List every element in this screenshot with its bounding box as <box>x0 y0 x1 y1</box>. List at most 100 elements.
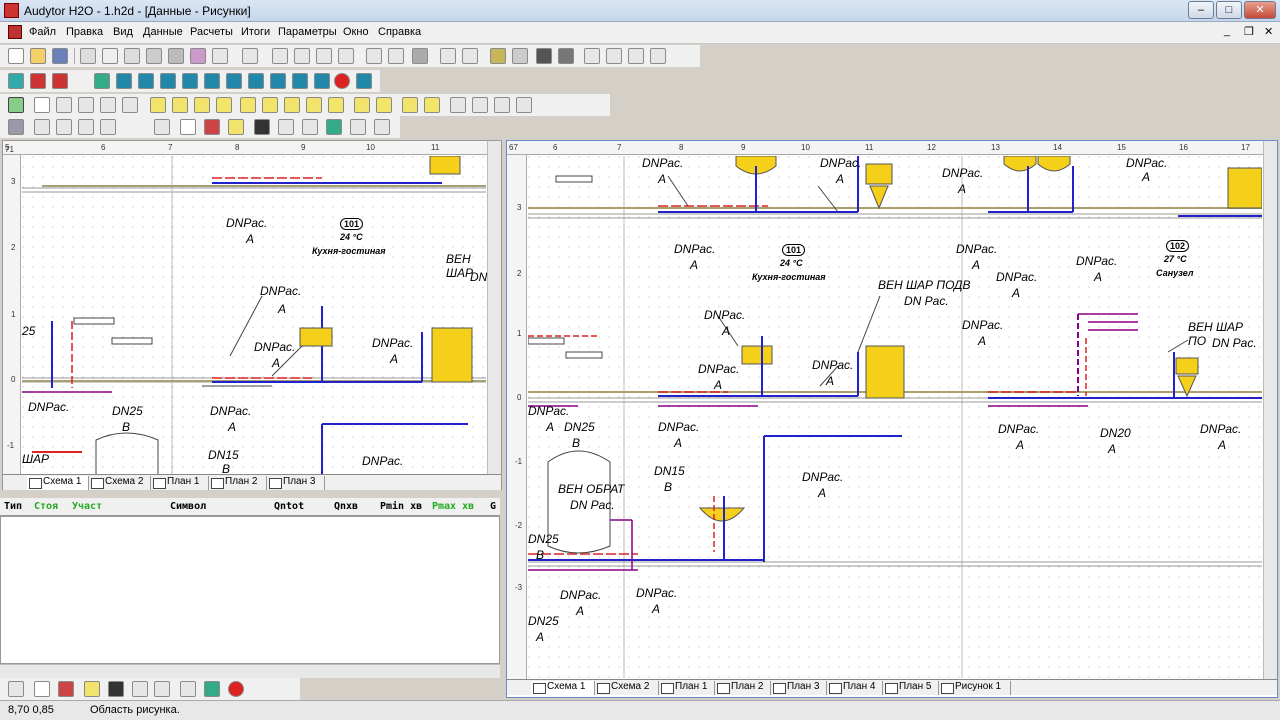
fixture-10-icon[interactable] <box>354 97 370 113</box>
pencil-icon[interactable] <box>56 97 72 113</box>
export-icon[interactable] <box>146 48 162 64</box>
zoom-in-icon[interactable] <box>100 97 116 113</box>
zoom-out-icon[interactable] <box>122 97 138 113</box>
pipe-icon[interactable] <box>536 48 552 64</box>
stop-icon[interactable] <box>334 73 350 89</box>
tab-plan-3[interactable]: План 3 <box>267 476 325 490</box>
zoom-fit-icon[interactable] <box>78 119 94 135</box>
col-qnxv[interactable]: Qnхв <box>334 501 358 512</box>
text-icon[interactable] <box>350 119 366 135</box>
col-pmax[interactable]: Pmax хв <box>432 501 474 512</box>
snow-icon[interactable] <box>8 681 24 697</box>
tap-icon[interactable] <box>278 119 294 135</box>
mdi-restore-icon[interactable]: ❐ <box>1244 25 1254 38</box>
fill-icon[interactable] <box>204 681 220 697</box>
filter-icon[interactable] <box>292 73 308 89</box>
frame-icon[interactable] <box>374 119 390 135</box>
tab-plan-1[interactable]: План 1 <box>151 476 209 490</box>
col-riser[interactable]: Стоя <box>34 501 58 512</box>
replace-icon[interactable] <box>388 48 404 64</box>
menu-results[interactable]: Итоги <box>241 26 270 38</box>
fixture-6-icon[interactable] <box>262 97 278 113</box>
elbow-icon[interactable] <box>472 97 488 113</box>
table-icon[interactable] <box>204 119 220 135</box>
menu-data[interactable]: Данные <box>143 26 183 38</box>
right-vertical-scrollbar[interactable] <box>1263 141 1277 679</box>
tank-icon[interactable] <box>182 73 198 89</box>
report-icon[interactable] <box>124 48 140 64</box>
left-vertical-scrollbar[interactable] <box>487 141 501 475</box>
grid-icon[interactable] <box>512 48 528 64</box>
person-icon[interactable] <box>356 73 372 89</box>
doc-page-icon[interactable] <box>34 681 50 697</box>
draw-mode-icon[interactable] <box>8 97 24 113</box>
properties-icon[interactable] <box>8 119 24 135</box>
mdi-close-icon[interactable]: ✕ <box>1264 25 1273 38</box>
tab-plan-3[interactable]: План 3 <box>771 681 827 695</box>
fixture-4-icon[interactable] <box>216 97 232 113</box>
flip-icon[interactable] <box>628 48 644 64</box>
fixture-12-icon[interactable] <box>402 97 418 113</box>
tab-schema-2[interactable]: Схема 2 <box>89 476 151 490</box>
col-pmin[interactable]: Pmin хв <box>380 501 422 512</box>
col-section[interactable]: Участ <box>72 501 102 512</box>
fixture-8-icon[interactable] <box>306 97 322 113</box>
settings-icon[interactable] <box>190 48 206 64</box>
flow-icon[interactable] <box>248 73 264 89</box>
redo-icon[interactable] <box>242 48 258 64</box>
data-icon[interactable] <box>8 73 24 89</box>
fixture-9-icon[interactable] <box>328 97 344 113</box>
menu-view[interactable]: Вид <box>113 26 133 38</box>
tab-plan-2[interactable]: План 2 <box>209 476 267 490</box>
tee-icon[interactable] <box>450 97 466 113</box>
print-icon[interactable] <box>80 48 96 64</box>
copy-icon[interactable] <box>294 48 310 64</box>
sink-icon[interactable] <box>204 73 220 89</box>
tab-schema-1[interactable]: Схема 1 <box>27 476 89 490</box>
room-icon[interactable] <box>52 73 68 89</box>
tab-plan-1[interactable]: План 1 <box>659 681 715 695</box>
building-icon[interactable] <box>30 73 46 89</box>
lines-icon[interactable] <box>154 681 170 697</box>
save-icon[interactable] <box>52 48 68 64</box>
fixture-3-icon[interactable] <box>194 97 210 113</box>
menu-edit[interactable]: Правка <box>66 26 103 38</box>
close-button[interactable]: ✕ <box>1244 1 1276 19</box>
zoom-minus-icon[interactable] <box>56 119 72 135</box>
mirror-icon[interactable] <box>584 48 600 64</box>
layers-icon[interactable] <box>490 48 506 64</box>
menu-file[interactable]: Файл <box>29 26 56 38</box>
menu-calc[interactable]: Расчеты <box>190 26 233 38</box>
faucet-icon[interactable] <box>132 681 148 697</box>
rotate-icon[interactable] <box>606 48 622 64</box>
tab-drawing-1[interactable]: Рисунок 1 <box>939 681 1011 695</box>
mdi-minimize-icon[interactable]: _ <box>1224 25 1230 37</box>
zoom-window-icon[interactable] <box>462 48 478 64</box>
fan-icon[interactable] <box>138 73 154 89</box>
tab-plan-5[interactable]: План 5 <box>883 681 939 695</box>
col-g[interactable]: G <box>490 501 496 512</box>
meter-icon[interactable] <box>270 73 286 89</box>
undo-icon[interactable] <box>212 48 228 64</box>
find-icon[interactable] <box>366 48 382 64</box>
maximize-button[interactable]: □ <box>1216 1 1242 19</box>
paste-icon[interactable] <box>316 48 332 64</box>
col-qntot[interactable]: Qntot <box>274 501 304 512</box>
fixture-5-icon[interactable] <box>240 97 256 113</box>
fixture-11-icon[interactable] <box>376 97 392 113</box>
fax-icon[interactable] <box>168 48 184 64</box>
col-symbol[interactable]: Символ <box>170 501 206 512</box>
fixture-13-icon[interactable] <box>424 97 440 113</box>
tab-schema-1[interactable]: Схема 1 <box>531 681 595 695</box>
minimize-button[interactable]: – <box>1188 1 1214 19</box>
boiler-icon[interactable] <box>160 73 176 89</box>
delete-icon[interactable] <box>338 48 354 64</box>
tab-schema-2[interactable]: Схема 2 <box>595 681 659 695</box>
radiator-icon[interactable] <box>94 73 110 89</box>
grid-table-icon[interactable] <box>58 681 74 697</box>
select-arrow-icon[interactable] <box>34 97 50 113</box>
riser-icon[interactable] <box>494 97 510 113</box>
snowflake-icon[interactable] <box>154 119 170 135</box>
heater-icon[interactable] <box>226 73 242 89</box>
valve-icon[interactable] <box>116 73 132 89</box>
